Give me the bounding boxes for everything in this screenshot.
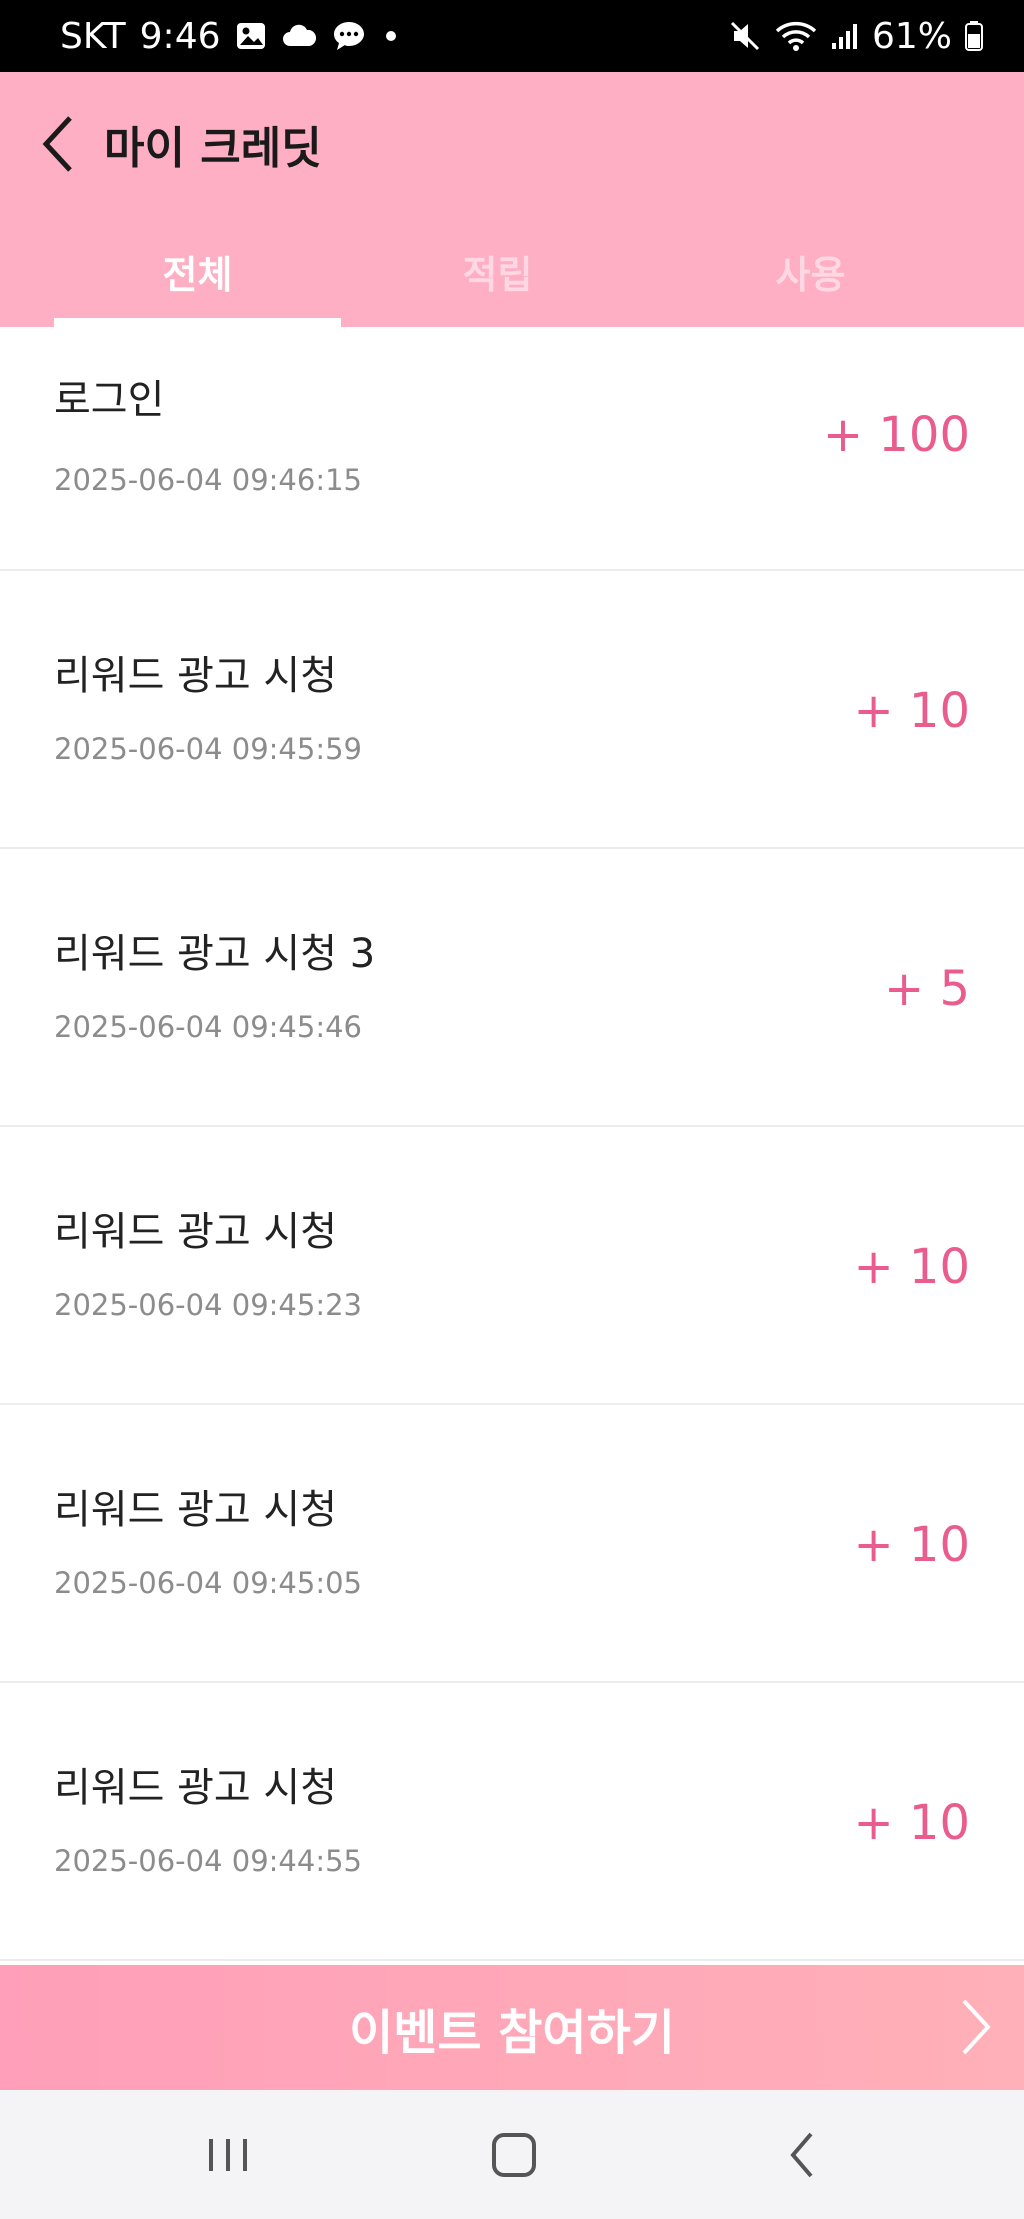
carrier-label: SKT [60, 15, 126, 57]
status-bar: SKT 9:46 61% [0, 0, 1024, 72]
system-nav-bar [0, 2090, 1024, 2219]
item-amount: + 10 [853, 1517, 970, 1573]
item-label: 로그인 [54, 377, 165, 423]
chevron-right-icon [962, 1999, 991, 2055]
tab-used-label: 사용 [775, 253, 846, 297]
tab-indicator [54, 318, 341, 327]
item-date: 2025-06-04 09:45:23 [54, 1288, 362, 1322]
item-label: 리워드 광고 시청 [54, 653, 338, 699]
list-item: 로그인 2025-06-04 09:46:15 + 100 [0, 327, 1024, 571]
clock: 9:46 [139, 15, 221, 57]
chat-icon [331, 19, 367, 53]
tab-earned[interactable]: 적립 [341, 232, 654, 327]
item-label: 리워드 광고 시청 [54, 1765, 338, 1811]
battery-icon [964, 20, 984, 52]
item-date: 2025-06-04 09:46:15 [54, 463, 362, 497]
list-item: 리워드 광고 시청 2025-06-04 09:45:05 + 10 [0, 1405, 1024, 1683]
item-label: 리워드 광고 시청 [54, 1209, 338, 1255]
back-button[interactable] [30, 106, 86, 182]
page-title: 마이 크레딧 [104, 123, 322, 174]
signal-icon [830, 21, 860, 51]
battery-percent: 61% [871, 15, 952, 57]
header: 마이 크레딧 전체 적립 사용 [0, 72, 1024, 327]
home-icon [492, 2133, 536, 2177]
item-date: 2025-06-04 09:44:55 [54, 1844, 362, 1878]
tab-used[interactable]: 사용 [654, 232, 967, 327]
screen: SKT 9:46 61% 마이 크레딧 전체 적립 사용 로그인 2025-06… [0, 0, 1024, 2219]
item-date: 2025-06-04 09:45:05 [54, 1566, 362, 1600]
chevron-left-icon [42, 116, 72, 172]
event-participate-button[interactable]: 이벤트 참여하기 [0, 1965, 1024, 2090]
item-label: 리워드 광고 시청 [54, 1487, 338, 1533]
list-item: 리워드 광고 시청 2025-06-04 09:45:59 + 10 [0, 571, 1024, 849]
mute-icon [728, 19, 762, 53]
cloud-icon [281, 22, 317, 50]
list-item: 리워드 광고 시청 2025-06-04 09:44:55 + 10 [0, 1683, 1024, 1961]
item-amount: + 10 [853, 1239, 970, 1295]
item-date: 2025-06-04 09:45:46 [54, 1010, 362, 1044]
event-label: 이벤트 참여하기 [349, 2004, 675, 2061]
gallery-icon [235, 20, 267, 52]
tab-earned-label: 적립 [462, 253, 533, 297]
back-nav-icon [790, 2132, 813, 2178]
item-amount: + 10 [853, 683, 970, 739]
credit-list: 로그인 2025-06-04 09:46:15 + 100 리워드 광고 시청 … [0, 327, 1024, 1961]
dot-icon [381, 26, 401, 46]
item-date: 2025-06-04 09:45:59 [54, 732, 362, 766]
item-label: 리워드 광고 시청 3 [54, 931, 376, 977]
tab-bar: 전체 적립 사용 [54, 232, 994, 327]
item-amount: + 5 [883, 961, 970, 1017]
back-nav-button[interactable] [758, 2120, 848, 2190]
recent-apps-button[interactable] [183, 2120, 273, 2190]
item-amount: + 10 [853, 1795, 970, 1851]
list-item: 리워드 광고 시청 3 2025-06-04 09:45:46 + 5 [0, 849, 1024, 1127]
list-item: 리워드 광고 시청 2025-06-04 09:45:23 + 10 [0, 1127, 1024, 1405]
wifi-icon [774, 19, 818, 53]
home-button[interactable] [469, 2120, 559, 2190]
tab-all-label: 전체 [162, 253, 233, 297]
tab-all[interactable]: 전체 [54, 232, 341, 327]
item-amount: + 100 [822, 407, 970, 463]
recent-apps-icon [209, 2139, 247, 2171]
